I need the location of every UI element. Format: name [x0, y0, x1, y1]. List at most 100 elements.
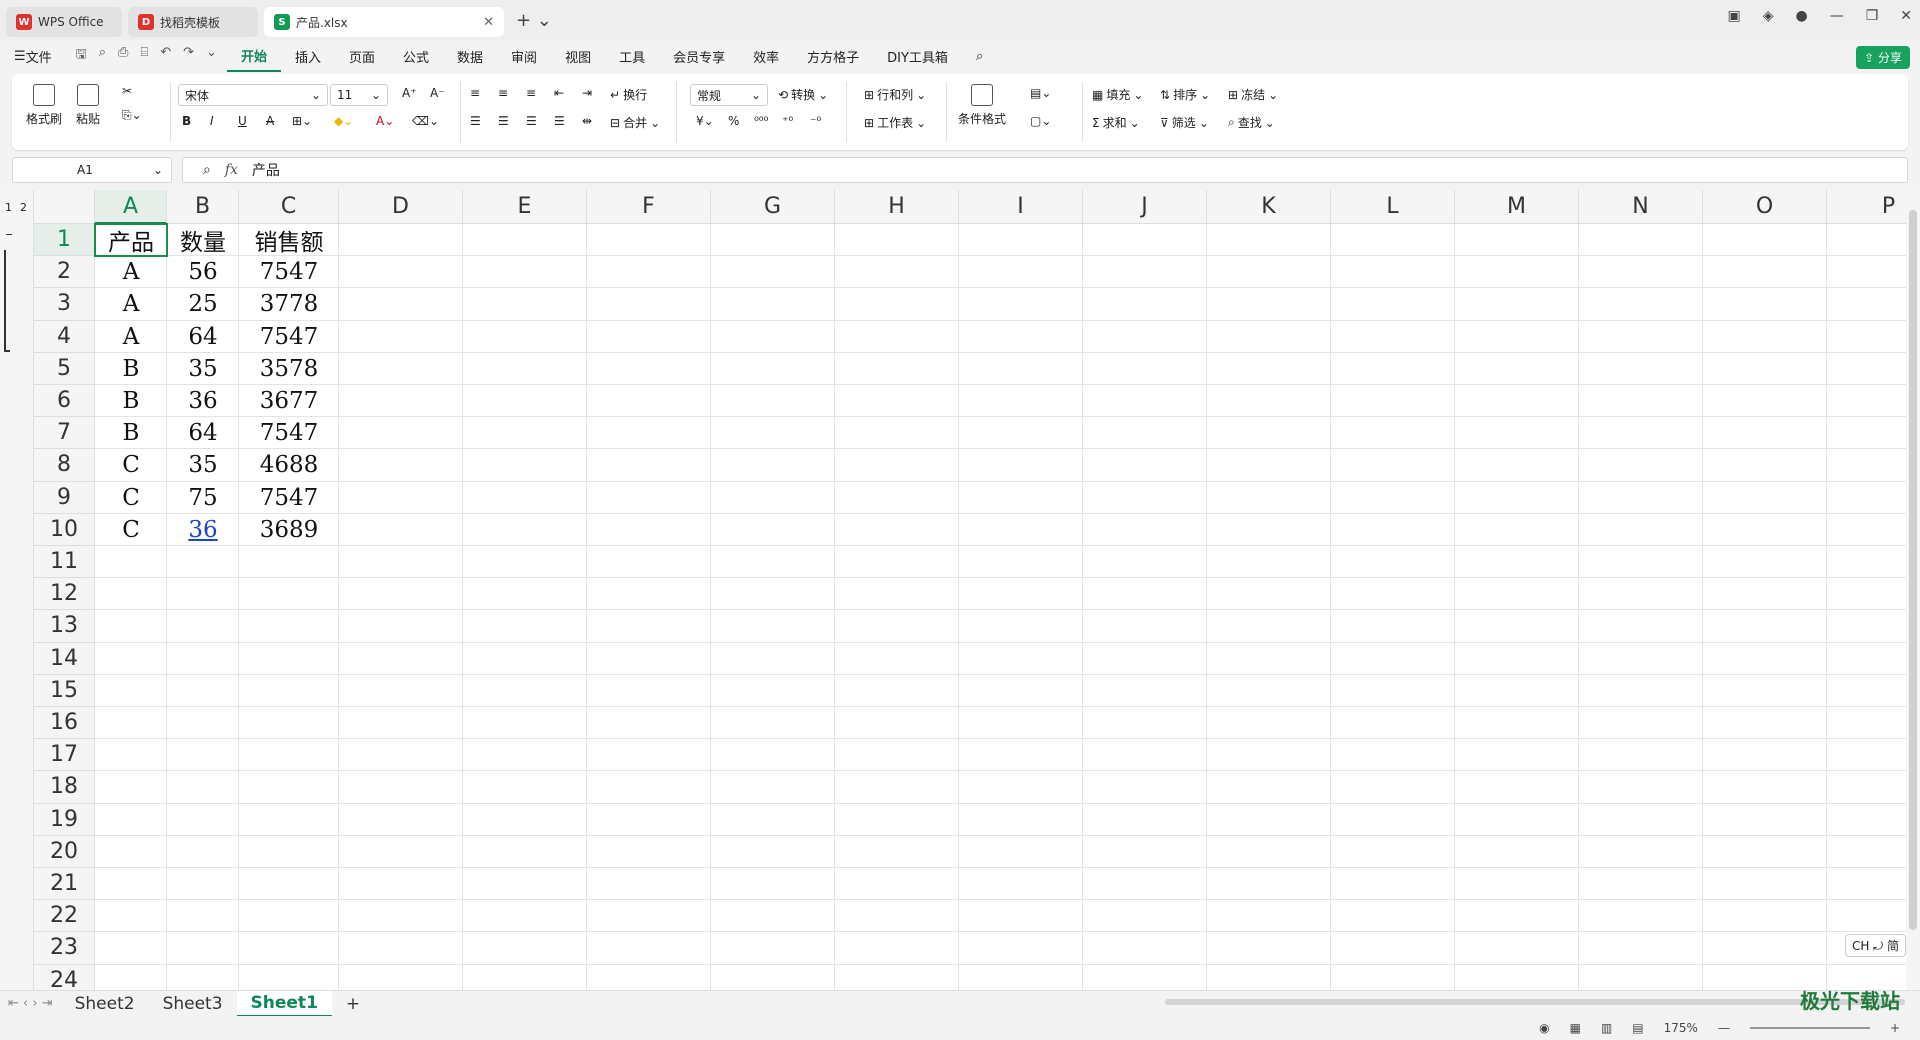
spreadsheet-grid[interactable]: 1 2 A B C D E F G H I J K L M N O P 1 2 3 4 5 6 7 8 9 10 11 12 13 14 1…	[0, 190, 1920, 997]
align-middle-icon[interactable]: ≡	[498, 86, 508, 100]
convert-button[interactable]: ⟲ 转换 ⌄	[778, 86, 828, 103]
fx-icon[interactable]: fx	[225, 162, 238, 178]
row-header-20[interactable]: 20	[34, 835, 95, 868]
horizontal-scrollbar[interactable]	[1165, 999, 1905, 1005]
select-all-corner[interactable]	[34, 190, 95, 224]
wrap-button[interactable]: ↵ 换行	[610, 86, 647, 103]
indent-decrease-icon[interactable]: ⇤	[554, 86, 564, 100]
row-header-10[interactable]: 10	[34, 513, 95, 546]
align-top-icon[interactable]: ≡	[470, 86, 480, 100]
column-header-f[interactable]: F	[587, 190, 711, 224]
table-cell[interactable]: 35	[167, 449, 239, 481]
ime-indicator[interactable]: CH ⤾ 简	[1844, 934, 1906, 957]
decrease-font-icon[interactable]: A⁻	[430, 86, 445, 100]
percent-icon[interactable]: %	[728, 114, 739, 128]
bold-icon[interactable]: B	[182, 114, 191, 128]
avatar[interactable]: ●	[1795, 8, 1807, 24]
eye-icon[interactable]: ◉	[1539, 1021, 1549, 1035]
table-cell[interactable]: B	[95, 417, 167, 449]
row-header-7[interactable]: 7	[34, 417, 95, 450]
row-header-6[interactable]: 6	[34, 385, 95, 418]
row-header-3[interactable]: 3	[34, 288, 95, 321]
tab-template[interactable]: D 找稻壳模板	[128, 7, 258, 37]
column-header-d[interactable]: D	[339, 190, 463, 224]
menu-review[interactable]: 审阅	[497, 40, 551, 72]
outline-level-2[interactable]: 2	[20, 201, 27, 214]
filter-button[interactable]: ⊽ 筛选 ⌄	[1160, 114, 1209, 131]
undo-icon[interactable]: ↶	[160, 45, 171, 67]
search-doc-icon[interactable]: ⌕	[99, 45, 106, 67]
column-header-m[interactable]: M	[1455, 190, 1579, 224]
sort-button[interactable]: ⇅ 排序 ⌄	[1160, 86, 1210, 103]
column-header-h[interactable]: H	[835, 190, 959, 224]
decimal-increase-icon[interactable]: ⁺⁰	[782, 114, 793, 128]
view-page-icon[interactable]: ▥	[1601, 1021, 1612, 1035]
table-cell[interactable]: C	[95, 514, 167, 546]
table-cell[interactable]: 36	[167, 514, 239, 546]
column-header-a[interactable]: A	[95, 190, 167, 224]
view-break-icon[interactable]: ▤	[1632, 1021, 1643, 1035]
tab-product-xlsx[interactable]: S 产品.xlsx ✕	[264, 7, 504, 37]
cond-format-button[interactable]: 条件格式	[958, 84, 1006, 127]
menu-diy[interactable]: DIY工具箱	[873, 40, 962, 72]
zoom-level[interactable]: 175%	[1664, 1021, 1698, 1035]
fill-color-icon[interactable]: ◆⌄	[334, 114, 353, 128]
menu-insert[interactable]: 插入	[281, 40, 335, 72]
more-icon[interactable]: ⌄	[206, 45, 217, 67]
find-button[interactable]: ⌕ 查找 ⌄	[1228, 114, 1275, 131]
menu-start[interactable]: 开始	[226, 40, 281, 72]
sheet-tab-sheet2[interactable]: Sheet2	[61, 991, 149, 1017]
outline-collapse-icon[interactable]	[6, 234, 12, 235]
row-header-17[interactable]: 17	[34, 739, 95, 772]
row-header-21[interactable]: 21	[34, 868, 95, 901]
sum-button[interactable]: Σ 求和 ⌄	[1092, 114, 1140, 131]
table-cell[interactable]: A	[95, 256, 167, 288]
minimize-icon[interactable]: —	[1830, 8, 1844, 24]
decimal-decrease-icon[interactable]: ⁻⁰	[810, 114, 821, 128]
table-cell[interactable]: 3578	[239, 353, 339, 385]
name-box[interactable]: A1 ⌄	[12, 157, 172, 183]
table-cell[interactable]: B	[95, 353, 167, 385]
row-header-15[interactable]: 15	[34, 674, 95, 707]
save-icon[interactable]: 🖫	[76, 45, 87, 67]
table-cell[interactable]: 3677	[239, 385, 339, 417]
table-cell[interactable]: 7547	[239, 256, 339, 288]
sheet-tab-sheet1[interactable]: Sheet1	[236, 990, 332, 1017]
window-layout-icon[interactable]: ▣	[1727, 8, 1740, 24]
row-col-button[interactable]: ⊞ 行和列 ⌄	[864, 86, 926, 103]
table-cell[interactable]: 3689	[239, 514, 339, 546]
column-header-g[interactable]: G	[711, 190, 835, 224]
row-header-5[interactable]: 5	[34, 352, 95, 385]
cut-icon[interactable]: ✂	[122, 84, 132, 98]
table-cell[interactable]: 35	[167, 353, 239, 385]
menu-formula[interactable]: 公式	[389, 40, 443, 72]
tab-wps-office[interactable]: W WPS Office	[6, 7, 122, 37]
menu-data[interactable]: 数据	[443, 40, 497, 72]
row-header-2[interactable]: 2	[34, 256, 95, 289]
row-header-22[interactable]: 22	[34, 900, 95, 933]
underline-icon[interactable]: U	[238, 114, 247, 128]
align-center-icon[interactable]: ☰	[498, 114, 509, 128]
border-icon[interactable]: ⊞⌄	[292, 114, 312, 128]
number-format-select[interactable]: 常规 ⌄	[690, 84, 768, 106]
row-header-19[interactable]: 19	[34, 803, 95, 836]
table-cell[interactable]: A	[95, 321, 167, 353]
increase-font-icon[interactable]: A⁺	[402, 86, 417, 100]
shape-icon[interactable]: ▢⌄	[1030, 114, 1051, 128]
view-normal-icon[interactable]: ▦	[1570, 1021, 1581, 1035]
column-header-c[interactable]: C	[239, 190, 339, 224]
row-header-4[interactable]: 4	[34, 320, 95, 353]
row-header-18[interactable]: 18	[34, 771, 95, 804]
table-cell[interactable]: B	[95, 385, 167, 417]
row-header-14[interactable]: 14	[34, 642, 95, 675]
format-painter-button[interactable]: 格式刷	[26, 84, 62, 127]
sheet-nav-icons[interactable]: ⇤ ‹ › ⇥	[0, 996, 61, 1011]
paste-button[interactable]: 粘贴	[76, 84, 100, 127]
column-header-i[interactable]: I	[959, 190, 1083, 224]
column-header-e[interactable]: E	[463, 190, 587, 224]
table-cell[interactable]: 64	[167, 321, 239, 353]
table-cell[interactable]: 3778	[239, 288, 339, 320]
column-header-j[interactable]: J	[1083, 190, 1207, 224]
menu-efficiency[interactable]: 效率	[739, 40, 793, 72]
row-header-13[interactable]: 13	[34, 610, 95, 643]
